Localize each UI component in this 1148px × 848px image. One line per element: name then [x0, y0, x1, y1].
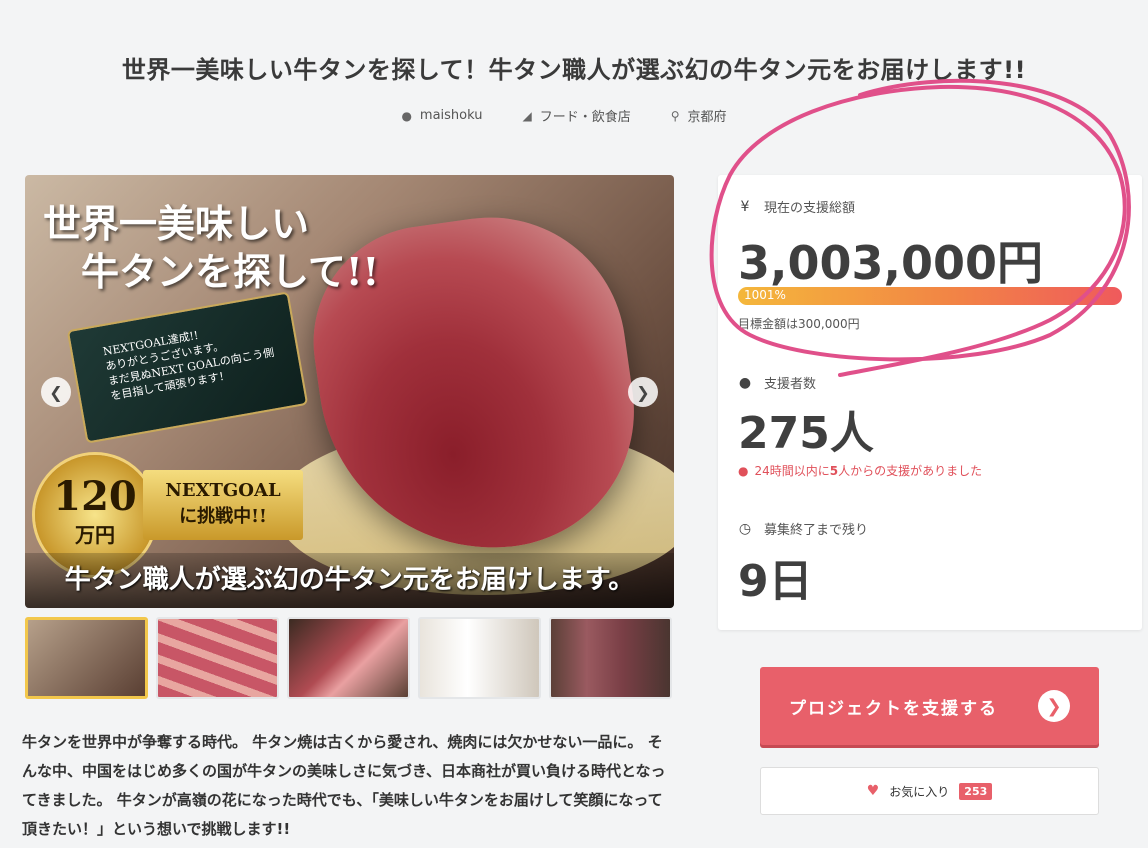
- yen-icon: ¥: [740, 198, 750, 215]
- favorite-count-badge: 253: [959, 782, 993, 800]
- project-meta: ● maishoku ◢ フード・飲食店 ⚲ 京都府: [0, 106, 1148, 125]
- location-name: 京都府: [687, 110, 727, 125]
- recent-support-note: ● 24時間以内に5人からの支援がありました: [738, 462, 982, 479]
- goal-badge: NEXTGOAL に挑戦中!!: [143, 470, 303, 540]
- thumbnail-2[interactable]: [156, 617, 279, 699]
- carousel-prev-button[interactable]: ❮: [41, 377, 71, 407]
- author-name: maishoku: [419, 108, 483, 123]
- recent-prefix: 24時間以内に: [754, 464, 830, 478]
- medal-value: 120: [53, 473, 137, 520]
- funding-label-text: 現在の支援総額: [764, 201, 856, 216]
- supporters-label-text: 支援者数: [764, 377, 817, 392]
- progress-bar: 1001%: [738, 287, 1122, 305]
- remaining-label: ◷ 募集終了まで残り: [738, 519, 869, 539]
- thumbnail-5[interactable]: [549, 617, 672, 699]
- carousel-next-button[interactable]: ❯: [628, 377, 658, 407]
- category-link[interactable]: ◢ フード・飲食店: [522, 106, 631, 126]
- location-link[interactable]: ⚲ 京都府: [670, 106, 727, 126]
- favorite-label: お気に入り: [889, 784, 950, 799]
- tag-icon: ◢: [522, 108, 532, 123]
- chevron-right-icon: ❯: [636, 382, 650, 402]
- clock-icon: ◷: [738, 520, 752, 537]
- project-title: 世界一美味しい牛タンを探して！牛タン職人が選ぶ幻の牛タン元をお届けします!!: [121, 56, 1027, 84]
- stats-panel: ¥ 現在の支援総額 3,003,000円 1001% 目標金額は300,000円…: [718, 175, 1142, 630]
- heart-icon: ♥: [866, 783, 880, 799]
- support-label: プロジェクトを支援する: [789, 698, 998, 719]
- remaining-label-text: 募集終了まで残り: [764, 523, 869, 538]
- project-description: 牛タンを世界中が争奪する時代。 牛タン焼は古くから愛され、焼肉には欠かせない一品…: [22, 733, 666, 838]
- card-text: NEXTGOAL達成!! ありがとうございます。 まだ見ぬNEXT GOALの向…: [101, 328, 276, 403]
- progress-label: 1001%: [744, 288, 786, 302]
- thumbnail-strip: [25, 617, 675, 699]
- medal-unit: 万円: [75, 523, 115, 547]
- recent-suffix: 人からの支援がありました: [838, 464, 983, 478]
- users-icon: ●: [738, 463, 749, 478]
- recent-count: 5: [829, 464, 839, 478]
- chevron-right-icon: ❯: [1038, 690, 1070, 722]
- thumbnail-4[interactable]: [418, 617, 541, 699]
- user-icon: ●: [401, 108, 412, 123]
- user-icon: ●: [738, 374, 752, 391]
- target-amount: 目標金額は300,000円: [738, 317, 860, 331]
- supporters-count: 275人: [738, 408, 874, 459]
- map-pin-icon: ⚲: [670, 108, 680, 123]
- funding-amount: 3,003,000円: [738, 236, 1043, 290]
- remaining-days: 9日: [738, 556, 813, 607]
- support-project-button[interactable]: プロジェクトを支援する ❯: [760, 667, 1099, 745]
- supporters-label: ● 支援者数: [738, 373, 817, 393]
- thumbnail-3[interactable]: [287, 617, 410, 699]
- hero-caption: 牛タン職人が選ぶ幻の牛タン元をお届けします。: [25, 553, 674, 608]
- category-name: フード・飲食店: [539, 110, 631, 125]
- thumbnail-1[interactable]: [25, 617, 148, 699]
- nextgoal-card: NEXTGOAL達成!! ありがとうございます。 まだ見ぬNEXT GOALの向…: [66, 291, 309, 444]
- hero-headline: 世界一美味しい 牛タンを探して!!: [43, 201, 380, 294]
- goal-badge-text: NEXTGOAL に挑戦中!!: [165, 480, 281, 527]
- hero-image: 世界一美味しい 牛タンを探して!! NEXTGOAL達成!! ありがとうございま…: [25, 175, 674, 608]
- funding-label: ¥ 現在の支援総額: [738, 197, 856, 217]
- chevron-left-icon: ❮: [49, 382, 63, 402]
- author-link[interactable]: ● maishoku: [401, 106, 482, 125]
- favorite-button[interactable]: ♥ お気に入り 253: [760, 767, 1099, 815]
